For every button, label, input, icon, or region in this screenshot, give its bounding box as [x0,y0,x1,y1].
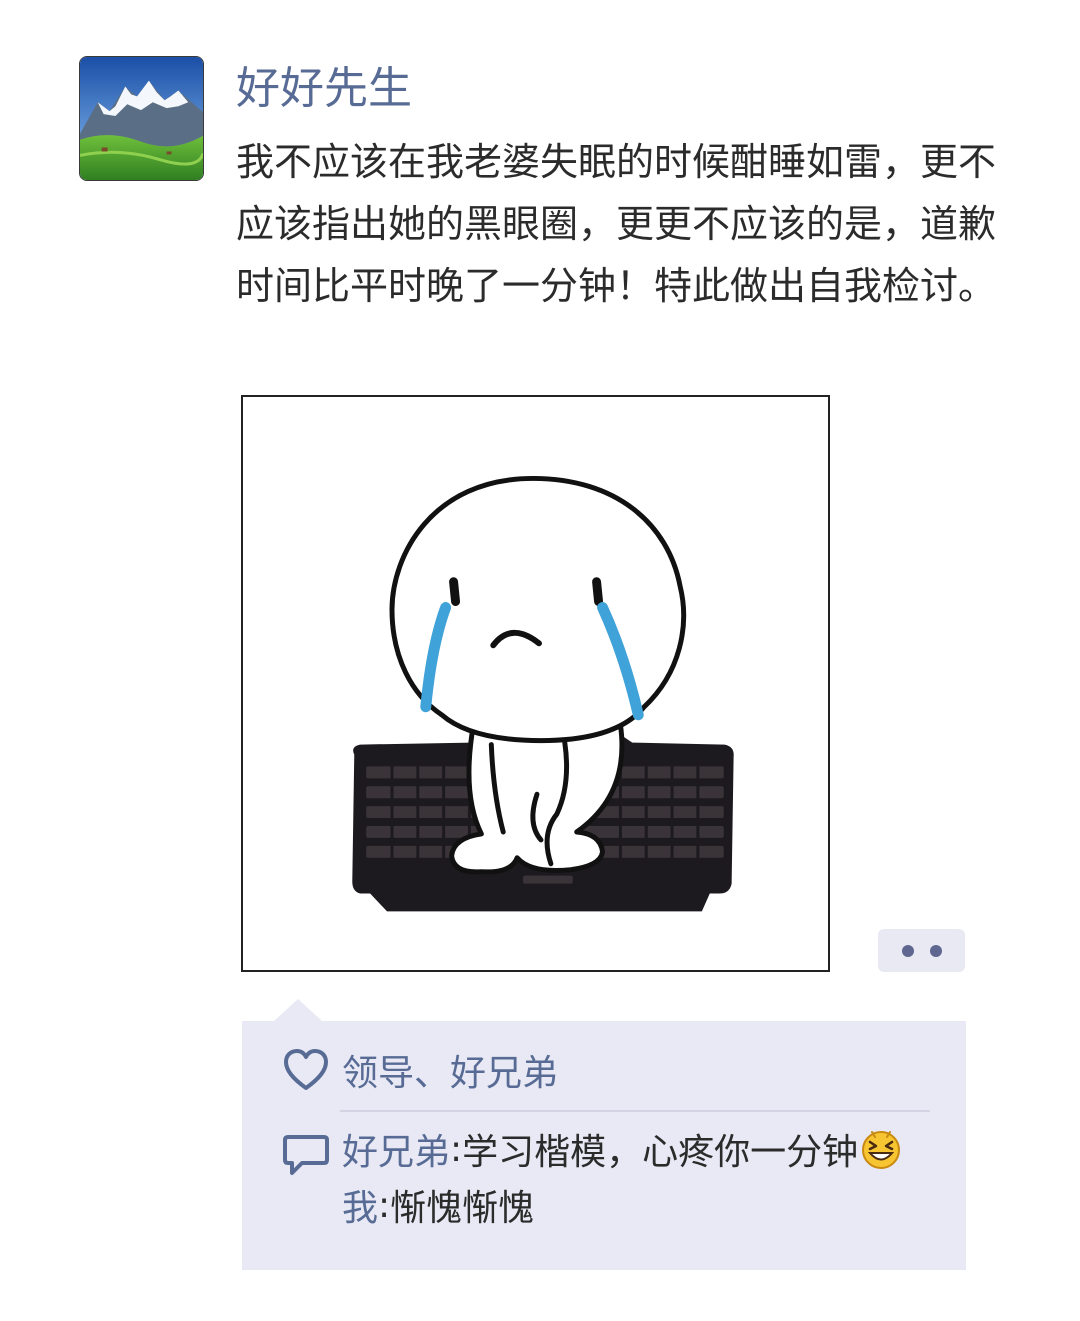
divider [340,1110,930,1112]
more-actions-button[interactable] [878,929,965,972]
two-dots-icon [901,944,942,957]
mountain-landscape-image [80,57,203,180]
comment-text: 学习楷模，心疼你一分钟 [462,1132,859,1173]
post-image[interactable] [241,395,830,972]
comment-author[interactable]: 我 [342,1179,378,1231]
comment-author[interactable]: 好兄弟 [342,1123,450,1175]
likes-row: 领导、好兄弟 [282,1045,558,1095]
comments-list: 好兄弟 : 学习楷模，心疼你一分钟 我 : 惭愧惭愧 [342,1121,902,1233]
likes-comments-panel: 领导、好兄弟 好兄弟 : 学习楷模，心疼你一分钟 我 : 惭愧惭愧 [242,999,966,1270]
heart-outline-icon [284,1049,328,1090]
comment-item[interactable]: 好兄弟 : 学习楷模，心疼你一分钟 [342,1121,902,1177]
crying-character-on-keyboard-image [243,397,828,970]
comment-separator: : [450,1128,463,1170]
speech-bubble-icon [283,1135,329,1175]
likes-names[interactable]: 领导、好兄弟 [342,1044,558,1096]
comment-separator: : [378,1184,391,1226]
avatar[interactable] [79,56,204,181]
username[interactable]: 好好先生 [236,60,412,118]
comment-item[interactable]: 我 : 惭愧惭愧 [342,1177,902,1233]
grinning-squint-emoji-icon [862,1131,901,1169]
post-text: 我不应该在我老婆失眠的时候酣睡如雷，更不应该指出她的黑眼圈，更更不应该的是，道歉… [236,140,997,308]
comment-text: 惭愧惭愧 [390,1188,535,1229]
